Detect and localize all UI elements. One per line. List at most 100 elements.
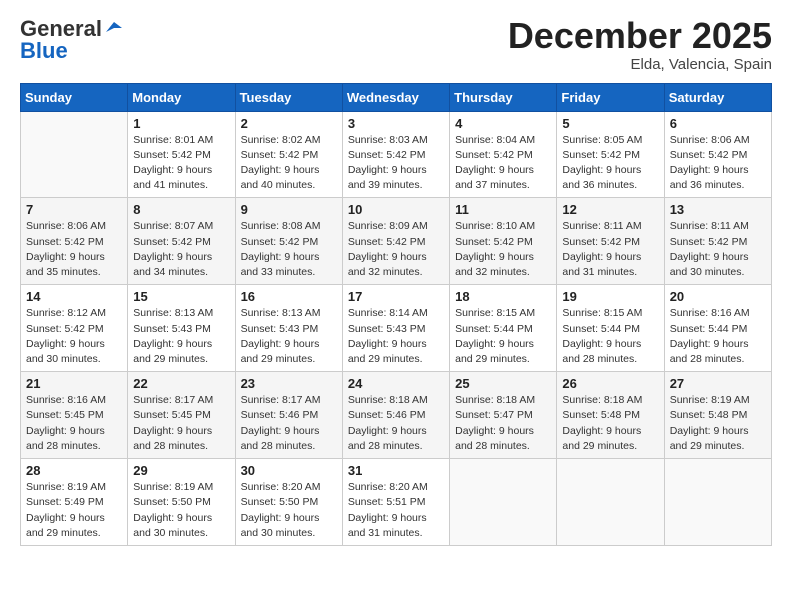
days-header-row: SundayMondayTuesdayWednesdayThursdayFrid… (21, 83, 772, 111)
header: General Blue December 2025 Elda, Valenci… (20, 16, 772, 73)
day-info: Sunrise: 8:19 AMSunset: 5:48 PMDaylight:… (670, 393, 766, 454)
calendar-cell (21, 111, 128, 198)
logo-bird-icon (104, 18, 122, 36)
day-header-thursday: Thursday (450, 83, 557, 111)
day-number: 19 (562, 289, 658, 304)
day-info: Sunrise: 8:13 AMSunset: 5:43 PMDaylight:… (133, 306, 229, 367)
calendar-cell: 10Sunrise: 8:09 AMSunset: 5:42 PMDayligh… (342, 198, 449, 285)
day-info: Sunrise: 8:02 AMSunset: 5:42 PMDaylight:… (241, 133, 337, 194)
calendar-cell: 17Sunrise: 8:14 AMSunset: 5:43 PMDayligh… (342, 285, 449, 372)
calendar-cell: 15 Sunrise: 8:13 AMSunset: 5:43 PMDayligh… (128, 285, 235, 372)
day-header-friday: Friday (557, 83, 664, 111)
day-number: 20 (670, 289, 766, 304)
day-info: Sunrise: 8:18 AMSunset: 5:46 PMDaylight:… (348, 393, 444, 454)
day-number: 18 (455, 289, 551, 304)
title-block: December 2025 Elda, Valencia, Spain (508, 16, 772, 73)
calendar-cell: 29Sunrise: 8:19 AMSunset: 5:50 PMDayligh… (128, 459, 235, 546)
week-row-1: 1 Sunrise: 8:01 AMSunset: 5:42 PMDaylight… (21, 111, 772, 198)
day-info: Sunrise: 8:05 AMSunset: 5:42 PMDaylight:… (562, 133, 658, 194)
week-row-5: 28 Sunrise: 8:19 AMSunset: 5:49 PMDayligh… (21, 459, 772, 546)
calendar-cell: 26 Sunrise: 8:18 AMSunset: 5:48 PMDayligh… (557, 372, 664, 459)
calendar-cell: 8 Sunrise: 8:07 AMSunset: 5:42 PMDaylight… (128, 198, 235, 285)
day-number: 13 (670, 202, 766, 217)
day-info: Sunrise: 8:09 AMSunset: 5:42 PMDaylight:… (348, 219, 444, 280)
day-number: 9 (241, 202, 337, 217)
day-number: 8 (133, 202, 229, 217)
day-info: Sunrise: 8:17 AMSunset: 5:46 PMDaylight:… (241, 393, 337, 454)
week-row-4: 21Sunrise: 8:16 AMSunset: 5:45 PMDayligh… (21, 372, 772, 459)
calendar-cell: 7Sunrise: 8:06 AMSunset: 5:42 PMDaylight… (21, 198, 128, 285)
day-header-monday: Monday (128, 83, 235, 111)
calendar-cell: 4 Sunrise: 8:04 AMSunset: 5:42 PMDaylight… (450, 111, 557, 198)
calendar-cell: 23 Sunrise: 8:17 AMSunset: 5:46 PMDayligh… (235, 372, 342, 459)
day-info: Sunrise: 8:01 AMSunset: 5:42 PMDaylight:… (133, 133, 229, 194)
day-number: 23 (241, 376, 337, 391)
calendar-cell (664, 459, 771, 546)
calendar-cell: 24 Sunrise: 8:18 AMSunset: 5:46 PMDayligh… (342, 372, 449, 459)
day-info: Sunrise: 8:17 AMSunset: 5:45 PMDaylight:… (133, 393, 229, 454)
day-number: 1 (133, 116, 229, 131)
day-number: 4 (455, 116, 551, 131)
day-number: 26 (562, 376, 658, 391)
day-number: 21 (26, 376, 122, 391)
calendar-cell: 12Sunrise: 8:11 AMSunset: 5:42 PMDayligh… (557, 198, 664, 285)
calendar-cell: 3Sunrise: 8:03 AMSunset: 5:42 PMDaylight… (342, 111, 449, 198)
day-info: Sunrise: 8:08 AMSunset: 5:42 PMDaylight:… (241, 219, 337, 280)
day-info: Sunrise: 8:19 AMSunset: 5:49 PMDaylight:… (26, 480, 122, 541)
day-number: 30 (241, 463, 337, 478)
calendar-cell: 19 Sunrise: 8:15 AMSunset: 5:44 PMDayligh… (557, 285, 664, 372)
day-info: Sunrise: 8:06 AMSunset: 5:42 PMDaylight:… (670, 133, 766, 194)
month-title: December 2025 (508, 16, 772, 56)
logo: General Blue (20, 16, 122, 64)
calendar-cell: 27 Sunrise: 8:19 AMSunset: 5:48 PMDayligh… (664, 372, 771, 459)
calendar-cell: 16 Sunrise: 8:13 AMSunset: 5:43 PMDayligh… (235, 285, 342, 372)
day-info: Sunrise: 8:16 AMSunset: 5:44 PMDaylight:… (670, 306, 766, 367)
day-info: Sunrise: 8:04 AMSunset: 5:42 PMDaylight:… (455, 133, 551, 194)
day-info: Sunrise: 8:03 AMSunset: 5:42 PMDaylight:… (348, 133, 444, 194)
calendar-cell: 25Sunrise: 8:18 AMSunset: 5:47 PMDayligh… (450, 372, 557, 459)
calendar-cell (450, 459, 557, 546)
day-info: Sunrise: 8:13 AMSunset: 5:43 PMDaylight:… (241, 306, 337, 367)
calendar-cell: 30 Sunrise: 8:20 AMSunset: 5:50 PMDayligh… (235, 459, 342, 546)
calendar-cell: 6 Sunrise: 8:06 AMSunset: 5:42 PMDaylight… (664, 111, 771, 198)
calendar-cell: 21Sunrise: 8:16 AMSunset: 5:45 PMDayligh… (21, 372, 128, 459)
day-info: Sunrise: 8:10 AMSunset: 5:42 PMDaylight:… (455, 219, 551, 280)
day-header-tuesday: Tuesday (235, 83, 342, 111)
calendar-cell: 18Sunrise: 8:15 AMSunset: 5:44 PMDayligh… (450, 285, 557, 372)
day-number: 11 (455, 202, 551, 217)
day-header-wednesday: Wednesday (342, 83, 449, 111)
day-number: 6 (670, 116, 766, 131)
week-row-2: 7Sunrise: 8:06 AMSunset: 5:42 PMDaylight… (21, 198, 772, 285)
calendar-cell: 1 Sunrise: 8:01 AMSunset: 5:42 PMDaylight… (128, 111, 235, 198)
calendar-table: SundayMondayTuesdayWednesdayThursdayFrid… (20, 83, 772, 546)
calendar-cell (557, 459, 664, 546)
day-info: Sunrise: 8:11 AMSunset: 5:42 PMDaylight:… (670, 219, 766, 280)
calendar-cell: 20 Sunrise: 8:16 AMSunset: 5:44 PMDayligh… (664, 285, 771, 372)
day-number: 15 (133, 289, 229, 304)
day-number: 27 (670, 376, 766, 391)
day-info: Sunrise: 8:07 AMSunset: 5:42 PMDaylight:… (133, 219, 229, 280)
day-number: 12 (562, 202, 658, 217)
day-info: Sunrise: 8:20 AMSunset: 5:50 PMDaylight:… (241, 480, 337, 541)
day-number: 31 (348, 463, 444, 478)
day-info: Sunrise: 8:12 AMSunset: 5:42 PMDaylight:… (26, 306, 122, 367)
page: General Blue December 2025 Elda, Valenci… (0, 0, 792, 612)
calendar-cell: 9 Sunrise: 8:08 AMSunset: 5:42 PMDaylight… (235, 198, 342, 285)
day-number: 28 (26, 463, 122, 478)
day-info: Sunrise: 8:15 AMSunset: 5:44 PMDaylight:… (562, 306, 658, 367)
day-number: 24 (348, 376, 444, 391)
week-row-3: 14 Sunrise: 8:12 AMSunset: 5:42 PMDayligh… (21, 285, 772, 372)
day-number: 25 (455, 376, 551, 391)
calendar-cell: 31Sunrise: 8:20 AMSunset: 5:51 PMDayligh… (342, 459, 449, 546)
calendar-cell: 28 Sunrise: 8:19 AMSunset: 5:49 PMDayligh… (21, 459, 128, 546)
calendar-cell: 22 Sunrise: 8:17 AMSunset: 5:45 PMDayligh… (128, 372, 235, 459)
day-number: 7 (26, 202, 122, 217)
day-header-saturday: Saturday (664, 83, 771, 111)
day-number: 14 (26, 289, 122, 304)
day-number: 22 (133, 376, 229, 391)
day-info: Sunrise: 8:14 AMSunset: 5:43 PMDaylight:… (348, 306, 444, 367)
day-info: Sunrise: 8:18 AMSunset: 5:48 PMDaylight:… (562, 393, 658, 454)
day-number: 16 (241, 289, 337, 304)
calendar-cell: 13 Sunrise: 8:11 AMSunset: 5:42 PMDayligh… (664, 198, 771, 285)
calendar-cell: 2Sunrise: 8:02 AMSunset: 5:42 PMDaylight… (235, 111, 342, 198)
